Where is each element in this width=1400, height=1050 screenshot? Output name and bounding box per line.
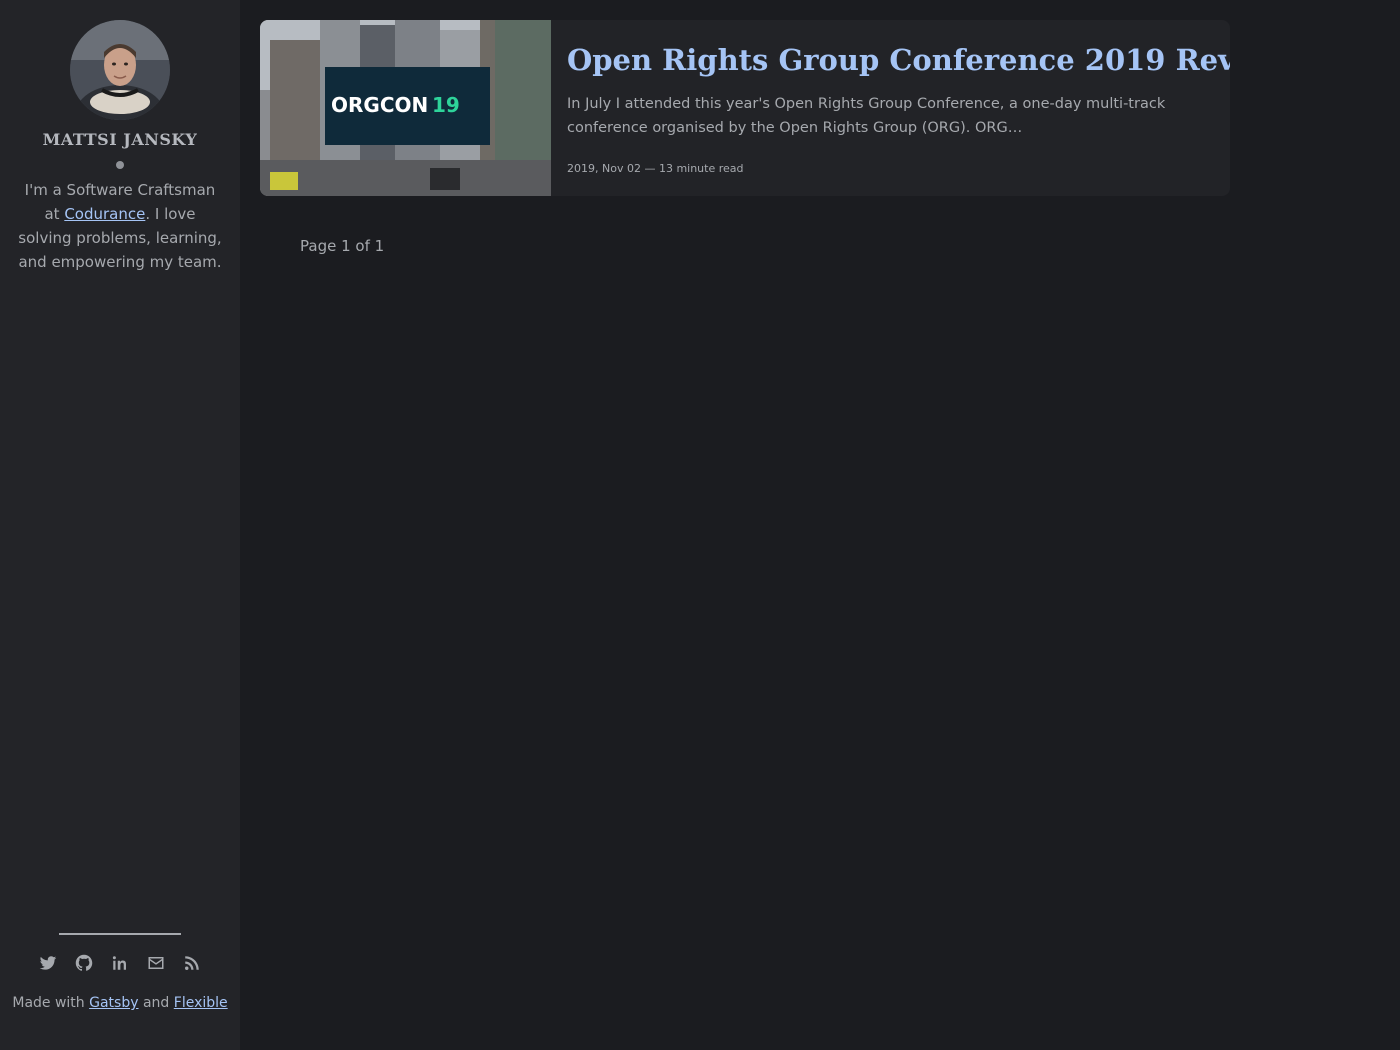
social-divider [59,933,181,935]
thumbnail-text-org: ORGCON [331,93,428,117]
codurance-link[interactable]: Codurance [64,205,145,223]
avatar[interactable] [70,20,170,120]
author-bio: I'm a Software Craftsman at Codurance. I… [18,178,222,274]
pagination: Page 1 of 1 [300,237,385,255]
post-excerpt: In July I attended this year's Open Righ… [567,96,1166,136]
github-icon[interactable] [73,952,95,974]
email-icon[interactable] [145,952,167,974]
avatar-image [70,20,170,120]
post-title[interactable]: Open Rights Group Conference 2019 Review [567,40,1230,80]
separator-dot [116,161,124,169]
flexible-link[interactable]: Flexible [174,995,228,1011]
thumbnail-text-19: 19 [432,93,460,117]
post-card[interactable]: ORGCON 19 Open Rights Group Conference 2… [260,20,1230,196]
footer-middle: and [138,995,174,1011]
post-date: 2019, Nov 02 [567,162,641,175]
sidebar: MATTSI JANSKY I'm a Software Craftsman a… [0,0,240,1050]
post-read-time: — 13 minute read [644,162,744,175]
twitter-icon[interactable] [37,952,59,974]
gatsby-link[interactable]: Gatsby [89,995,138,1011]
thumbnail-image: ORGCON 19 [260,20,551,196]
linkedin-icon[interactable] [109,952,131,974]
post-thumbnail[interactable]: ORGCON 19 [260,20,551,196]
rss-icon[interactable] [181,952,203,974]
post-meta: 2019, Nov 02 — 13 minute read [567,162,1217,175]
author-name[interactable]: MATTSI JANSKY [0,130,240,149]
social-links [0,952,240,974]
footer: Made with Gatsby and Flexible [0,995,240,1011]
footer-prefix: Made with [12,995,90,1011]
